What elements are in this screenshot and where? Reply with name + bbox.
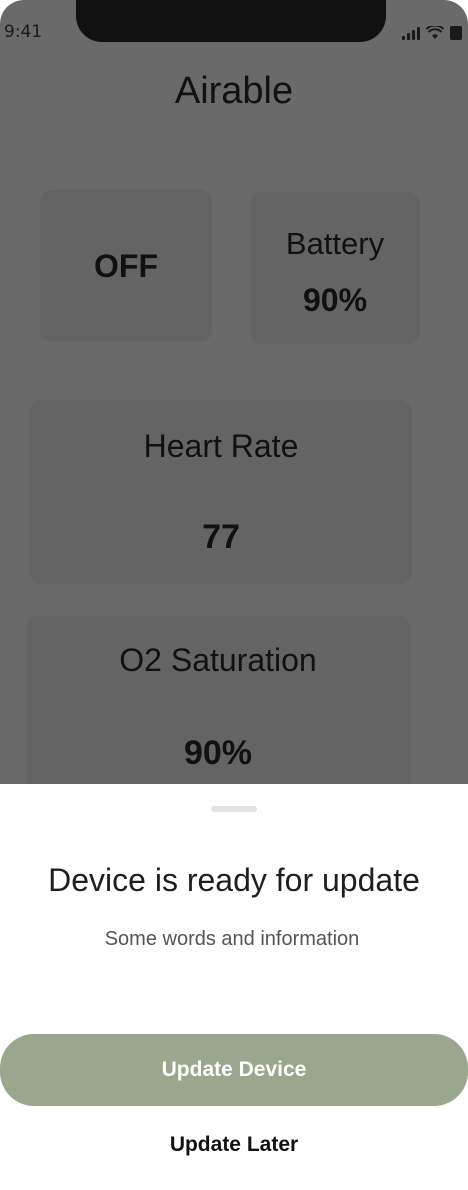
status-icons	[402, 24, 462, 40]
heart-rate-value: 77	[202, 518, 240, 556]
o2-saturation-value: 90%	[183, 734, 253, 772]
heart-rate-card: Heart Rate 77	[30, 400, 412, 584]
power-status-value: OFF	[94, 248, 158, 284]
power-status-card[interactable]: OFF	[40, 190, 212, 342]
battery-label: Battery	[285, 226, 385, 261]
sheet-title: Device is ready for update	[48, 862, 420, 898]
battery-value: 90%	[302, 282, 368, 318]
update-device-button[interactable]: Update Device	[0, 1034, 468, 1106]
update-later-button[interactable]: Update Later	[0, 1124, 468, 1166]
cellular-signal-icon	[402, 26, 420, 40]
status-time: 9:41	[4, 22, 43, 42]
update-bottom-sheet: Device is ready for update Some words an…	[0, 784, 468, 1190]
wifi-icon	[426, 26, 444, 39]
o2-saturation-label: O2 Saturation	[119, 642, 317, 678]
app-title: Airable	[174, 70, 294, 112]
device-notch	[76, 0, 386, 42]
app-background-dimmed: 9:41 Airable OFF Battery 90% Heart Rate …	[0, 0, 468, 816]
phone-screen: 9:41 Airable OFF Battery 90% Heart Rate …	[0, 0, 468, 1190]
sheet-subtitle: Some words and information	[104, 928, 360, 950]
heart-rate-label: Heart Rate	[143, 428, 299, 464]
battery-card: Battery 90%	[250, 192, 420, 344]
sheet-drag-handle[interactable]	[211, 806, 257, 812]
battery-icon	[450, 26, 462, 40]
